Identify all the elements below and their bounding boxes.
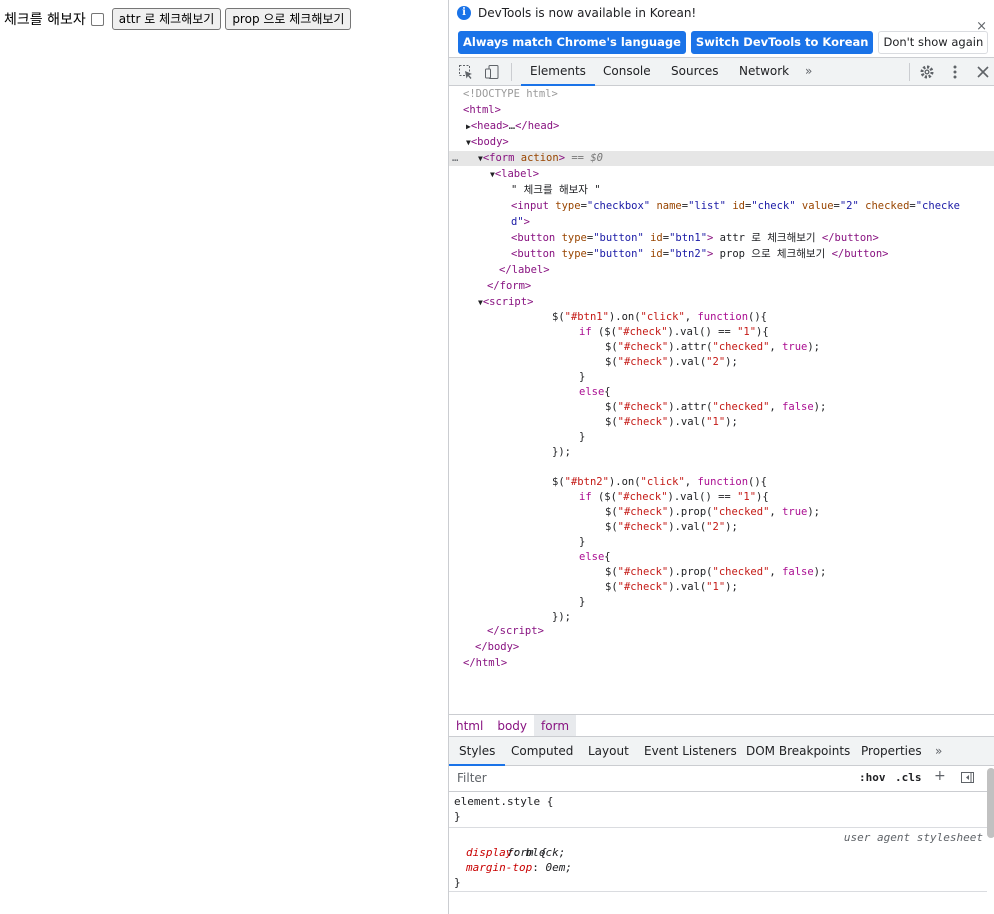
dom-node-body-close[interactable]: </body>: [449, 640, 994, 655]
tab-dom-breakpoints[interactable]: DOM Breakpoints: [746, 737, 850, 766]
script-line: $("#btn2").on("click", function(){: [552, 476, 767, 488]
script-line: $("#check").attr("checked", false);: [605, 401, 827, 413]
rule-close-brace: }: [454, 876, 461, 889]
dom-node-html[interactable]: <html>: [449, 103, 994, 118]
gear-icon[interactable]: [919, 64, 935, 80]
attr-check-button[interactable]: attr 로 체크해보기: [111, 8, 222, 30]
dom-node-html-close[interactable]: </html>: [449, 656, 994, 671]
collapse-arrow-icon[interactable]: ▼: [449, 138, 471, 147]
css-property[interactable]: margin-top: 0em;: [449, 860, 987, 875]
breadcrumb-body[interactable]: body: [490, 715, 534, 736]
script-line: });: [552, 611, 571, 623]
language-infobar: i DevTools is now available in Korean! ×…: [449, 0, 994, 58]
styles-scrollbar[interactable]: [987, 768, 994, 838]
dom-node-form-selected[interactable]: … ▼<form action> == $0: [449, 151, 994, 166]
breadcrumb-html[interactable]: html: [449, 715, 490, 736]
more-tabs-icon[interactable]: »: [805, 58, 812, 86]
hov-toggle[interactable]: :hov: [859, 771, 886, 784]
script-line: $("#check").prop("checked", true);: [605, 506, 821, 518]
devtools-toolbar: Elements Console Sources Network »: [449, 58, 994, 86]
element-style-rule[interactable]: element.style { }: [449, 792, 987, 828]
script-line: $("#btn1").on("click", function(){: [552, 311, 767, 323]
inspect-element-icon[interactable]: [458, 64, 474, 80]
form-ua-rule[interactable]: form { user agent stylesheet display: bl…: [449, 828, 987, 892]
infobar-buttons: Always match Chrome's language Switch De…: [458, 31, 989, 54]
script-line: else{: [579, 386, 611, 398]
script-line: if ($("#check").val() == "1"){: [579, 491, 769, 503]
new-rule-icon[interactable]: +: [934, 768, 946, 784]
dom-node-text[interactable]: " 체크를 해보자 ": [449, 183, 994, 198]
styles-pane: element.style { } form { user agent styl…: [449, 792, 987, 914]
toolbar-divider: [909, 63, 910, 81]
dom-node-script-close[interactable]: </script>: [449, 624, 994, 639]
styles-filter-bar: Filter :hov .cls +: [449, 766, 994, 792]
expand-arrow-icon[interactable]: ▶: [449, 122, 471, 131]
prop-check-button[interactable]: prop 으로 체크해보기: [225, 8, 352, 30]
tab-layout[interactable]: Layout: [588, 737, 629, 766]
script-line: $("#check").val("1");: [605, 416, 738, 428]
dom-node-script[interactable]: ▼<script>: [449, 295, 994, 310]
tab-properties[interactable]: Properties: [861, 737, 922, 766]
page-label-text: 체크를 해보자: [4, 12, 86, 28]
script-line: }: [579, 596, 586, 608]
dom-node-button-2[interactable]: <button type="button" id="btn2"> prop 으로…: [449, 247, 994, 262]
devtools-panel: i DevTools is now available in Korean! ×…: [448, 0, 994, 914]
ua-stylesheet-source: user agent stylesheet: [843, 831, 983, 844]
more-subtabs-icon[interactable]: »: [935, 737, 942, 766]
element-style-selector: element.style {: [454, 795, 554, 808]
dom-node-input[interactable]: <input type="checkbox" name="list" id="c…: [449, 199, 994, 214]
dom-tree[interactable]: <!DOCTYPE html> <html> ▶<head>…</head> ▼…: [449, 86, 994, 714]
script-line: }: [579, 371, 586, 383]
page-form: 체크를 해보자 attr 로 체크해보기 prop 으로 체크해보기: [4, 8, 355, 30]
tab-sources[interactable]: Sources: [671, 58, 718, 86]
tab-event-listeners[interactable]: Event Listeners: [644, 737, 737, 766]
dom-node-doctype[interactable]: <!DOCTYPE html>: [449, 87, 994, 102]
tab-styles[interactable]: Styles: [449, 737, 506, 766]
script-line: }: [579, 431, 586, 443]
script-line: $("#check").val("2");: [605, 521, 738, 533]
more-options-icon[interactable]: [947, 64, 963, 80]
page-checkbox[interactable]: [90, 12, 104, 26]
styles-subtabs: Styles Computed Layout Event Listeners D…: [449, 737, 994, 766]
collapse-arrow-icon[interactable]: ▼: [449, 298, 483, 307]
dom-node-label-close[interactable]: </label>: [449, 263, 994, 278]
toolbar-divider: [511, 63, 512, 81]
tab-console[interactable]: Console: [603, 58, 651, 86]
dom-node-input-cont[interactable]: d">: [449, 215, 994, 230]
tab-elements[interactable]: Elements: [521, 58, 595, 86]
infobar-message: DevTools is now available in Korean!: [478, 6, 697, 20]
script-line: $("#check").val("1");: [605, 581, 738, 593]
script-line: });: [552, 446, 571, 458]
dom-node-form-close[interactable]: </form>: [449, 279, 994, 294]
form-selector: form {: [506, 846, 547, 859]
cls-toggle[interactable]: .cls: [895, 771, 922, 784]
script-line: $("#check").attr("checked", true);: [605, 341, 821, 353]
tab-network[interactable]: Network: [739, 58, 789, 86]
dom-node-button-1[interactable]: <button type="button" id="btn1"> attr 로 …: [449, 231, 994, 246]
rule-close-brace: }: [454, 810, 461, 823]
styles-filter-input[interactable]: Filter: [457, 771, 487, 785]
script-line: $("#check").val("2");: [605, 356, 738, 368]
dom-node-body[interactable]: ▼<body>: [449, 135, 994, 150]
breadcrumb-form[interactable]: form: [534, 715, 577, 736]
dom-node-label[interactable]: ▼<label>: [449, 167, 994, 182]
dont-show-again-button[interactable]: Don't show again: [878, 31, 989, 54]
close-devtools-icon[interactable]: [975, 64, 991, 80]
page-viewport: 체크를 해보자 attr 로 체크해보기 prop 으로 체크해보기: [0, 0, 448, 914]
device-toolbar-icon[interactable]: [484, 64, 500, 80]
always-match-language-button[interactable]: Always match Chrome's language: [458, 31, 686, 54]
breadcrumb: html body form: [449, 714, 994, 737]
script-line: if ($("#check").val() == "1"){: [579, 326, 769, 338]
switch-to-korean-button[interactable]: Switch DevTools to Korean: [690, 31, 874, 54]
script-line: $("#check").prop("checked", false);: [605, 566, 827, 578]
script-line: else{: [579, 551, 611, 563]
toggle-sidebar-icon[interactable]: [960, 770, 975, 789]
tab-computed[interactable]: Computed: [511, 737, 573, 766]
collapse-arrow-icon[interactable]: ▼: [449, 170, 495, 179]
script-line: }: [579, 536, 586, 548]
dom-node-head[interactable]: ▶<head>…</head>: [449, 119, 994, 134]
info-icon: i: [457, 6, 471, 20]
